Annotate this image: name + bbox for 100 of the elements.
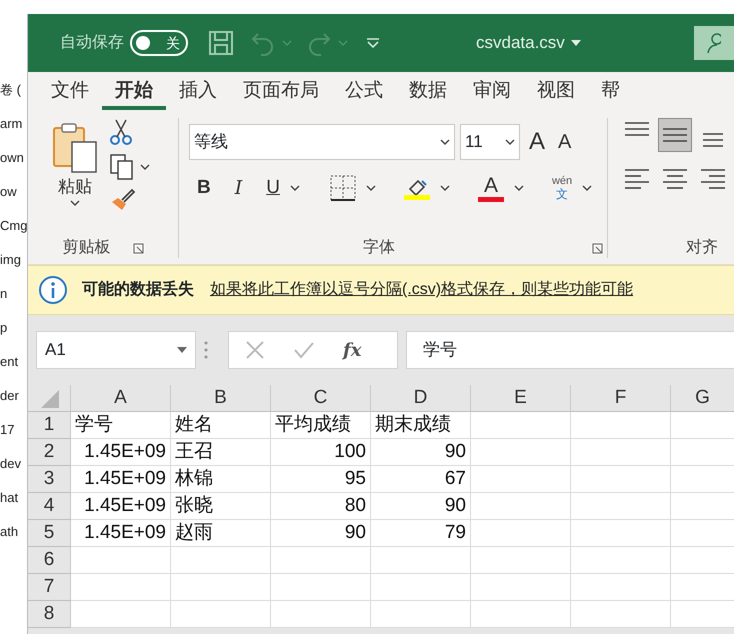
brush-icon[interactable] (110, 188, 136, 212)
column-header[interactable]: E (471, 385, 571, 412)
table-cell: 95 (271, 466, 371, 493)
row-header[interactable]: 3 (28, 466, 71, 493)
menu-tab[interactable]: 视图 (524, 72, 588, 110)
bold-button[interactable]: B (197, 174, 211, 202)
table-cell: 王召 (171, 439, 271, 466)
group-label: 字体 (363, 238, 395, 258)
share-button[interactable] (694, 26, 734, 60)
table-cell: 90 (271, 520, 371, 547)
file-name: img (0, 251, 22, 269)
file-name: arm (0, 115, 24, 133)
person-icon (707, 32, 721, 53)
font-size-dropdown[interactable]: 11 (460, 124, 520, 160)
caret-icon (177, 347, 187, 353)
dialog-launcher-icon[interactable] (132, 242, 144, 254)
shrink-font-button[interactable]: A (558, 127, 572, 157)
paste-button[interactable]: 粘贴 (52, 118, 98, 210)
caret-icon[interactable] (570, 40, 581, 46)
info-icon (38, 275, 68, 305)
table-cell: 赵雨 (171, 520, 271, 547)
underline-button[interactable]: U (266, 174, 280, 202)
menu-tab[interactable]: 文件 (38, 72, 102, 110)
table-cell: 100 (271, 439, 371, 466)
table-cell: 1.45E+09 (71, 466, 171, 493)
align-icon (701, 168, 725, 190)
name-box[interactable]: A1 (36, 331, 196, 369)
table-cell: 79 (371, 520, 471, 547)
menu-tab[interactable]: 插入 (166, 72, 230, 110)
file-name: p (0, 319, 8, 337)
grow-font-button[interactable]: A (529, 124, 546, 160)
message-title: 可能的数据丢失 (82, 279, 194, 300)
font-color-button[interactable]: A (478, 174, 504, 202)
column-header[interactable]: D (371, 385, 471, 412)
caret-icon[interactable] (366, 185, 376, 192)
file-name: ath (0, 523, 20, 541)
column-header[interactable]: B (171, 385, 271, 412)
menu-tab[interactable]: 帮 (588, 72, 633, 110)
table-cell: 67 (371, 466, 471, 493)
table-cell: 张晓 (171, 493, 271, 520)
file-name: der (0, 387, 20, 405)
customize-icon[interactable] (366, 37, 380, 49)
message-link[interactable]: 如果将此工作簿以逗号分隔(.csv)格式保存，则某些功能可能 (210, 278, 634, 302)
file-name: 卷 ( (0, 81, 22, 99)
caret-icon[interactable] (440, 185, 450, 192)
table-cell: 学号 (71, 412, 171, 439)
table-cell: 林锦 (171, 466, 271, 493)
align-icon (701, 133, 725, 148)
save-icon[interactable] (208, 30, 234, 56)
caret-icon[interactable] (70, 200, 80, 206)
table-cell: 平均成绩 (271, 412, 371, 439)
caret-icon[interactable] (514, 185, 524, 192)
caret-icon[interactable] (290, 185, 300, 192)
align-icon (625, 122, 649, 137)
caret-icon[interactable] (505, 139, 515, 145)
borders-icon[interactable] (330, 175, 356, 202)
row-header[interactable]: 5 (28, 520, 71, 547)
autosave-label: 自动保存 (60, 33, 124, 53)
menu-tab[interactable]: 页面布局 (230, 72, 332, 110)
copy-icon[interactable] (110, 154, 134, 180)
table-cell: 姓名 (171, 412, 271, 439)
caret-icon[interactable] (582, 185, 592, 192)
insert-function-button[interactable]: fx (343, 336, 362, 364)
drag-handle-icon[interactable] (204, 341, 208, 359)
scissors-icon[interactable] (110, 118, 132, 146)
caret-icon[interactable] (440, 139, 450, 145)
table-cell: 1.45E+09 (71, 520, 171, 547)
column-header[interactable]: G (671, 385, 734, 412)
clipboard-icon (52, 122, 98, 174)
table-cell: 90 (371, 493, 471, 520)
font-name-dropdown[interactable]: 等线 (189, 124, 455, 160)
column-header[interactable]: F (571, 385, 671, 412)
file-name: ent (0, 353, 20, 371)
group-label: 对齐 (686, 239, 718, 256)
menu-tab[interactable]: 审阅 (460, 72, 524, 110)
caret-icon[interactable] (140, 164, 150, 170)
row-header[interactable]: 2 (28, 439, 71, 466)
file-name: n (0, 285, 8, 303)
table-cell: 期末成绩 (371, 412, 471, 439)
file-name: hat (0, 489, 20, 507)
table-cell: 90 (371, 439, 471, 466)
dialog-launcher-icon[interactable] (592, 242, 603, 254)
column-header[interactable]: C (271, 385, 371, 412)
row-header[interactable]: 1 (28, 412, 71, 439)
row-header[interactable]: 6 (28, 547, 71, 574)
phonetic-button[interactable]: wén 文 (552, 176, 572, 200)
file-name: own (0, 149, 25, 167)
italic-button[interactable]: I (234, 174, 242, 202)
menu-tab[interactable]: 数据 (396, 72, 460, 110)
align-icon (663, 168, 687, 190)
align-middle-button[interactable] (658, 118, 692, 152)
table-cell: 1.45E+09 (71, 493, 171, 520)
column-header[interactable]: A (71, 385, 171, 412)
row-header[interactable]: 8 (28, 601, 71, 628)
file-name: ow (0, 183, 18, 201)
formula-field[interactable]: 学号 (406, 331, 734, 369)
row-header[interactable]: 7 (28, 574, 71, 601)
autosave-toggle[interactable]: 关 (130, 30, 188, 56)
menu-tab[interactable]: 公式 (332, 72, 396, 110)
row-header[interactable]: 4 (28, 493, 71, 520)
